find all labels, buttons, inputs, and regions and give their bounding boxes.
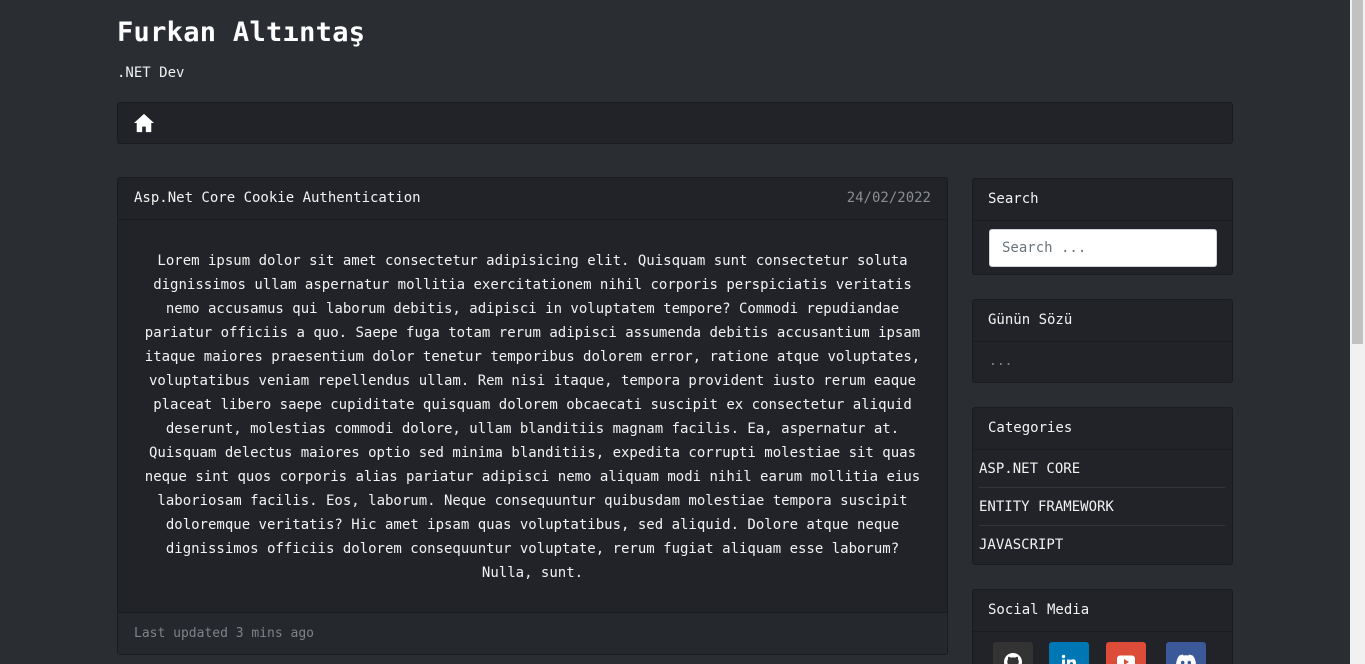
page-scrollbar[interactable] bbox=[1350, 0, 1365, 664]
scrollbar-thumb[interactable] bbox=[1352, 0, 1363, 344]
categories-widget: Categories ASP.NET CORE ENTITY FRAMEWORK… bbox=[972, 407, 1233, 565]
post-card: Asp.Net Core Cookie Authentication 24/02… bbox=[117, 177, 948, 655]
category-item-javascript[interactable]: JAVASCRIPT bbox=[979, 526, 1225, 564]
navbar bbox=[117, 102, 1233, 144]
post-footer: Last updated 3 mins ago bbox=[118, 612, 947, 654]
post-body: Lorem ipsum dolor sit amet consectetur a… bbox=[144, 253, 921, 581]
search-widget-title: Search bbox=[988, 191, 1039, 207]
post-updated-text: Last updated 3 mins ago bbox=[134, 626, 315, 641]
post-date: 24/02/2022 bbox=[846, 190, 931, 206]
quote-widget: Günün Sözü ... bbox=[972, 299, 1233, 383]
github-button[interactable] bbox=[993, 642, 1033, 664]
post-title[interactable]: Asp.Net Core Cookie Authentication bbox=[134, 190, 421, 206]
category-item-aspnet-core[interactable]: ASP.NET CORE bbox=[979, 450, 1225, 488]
categories-widget-header: Categories bbox=[973, 408, 1232, 450]
quote-widget-title: Günün Sözü bbox=[988, 312, 1073, 328]
search-widget-header: Search bbox=[973, 179, 1232, 221]
discord-icon bbox=[1176, 654, 1196, 664]
category-list: ASP.NET CORE ENTITY FRAMEWORK JAVASCRIPT bbox=[979, 450, 1225, 564]
quote-text: ... bbox=[989, 354, 1013, 369]
youtube-button[interactable] bbox=[1106, 642, 1146, 664]
post-header: Asp.Net Core Cookie Authentication 24/02… bbox=[118, 178, 947, 220]
social-widget: Social Media bbox=[972, 589, 1233, 664]
search-input[interactable] bbox=[989, 229, 1217, 267]
category-item-entity-framework[interactable]: ENTITY FRAMEWORK bbox=[979, 488, 1225, 526]
categories-widget-title: Categories bbox=[988, 420, 1073, 436]
search-widget: Search bbox=[972, 178, 1233, 275]
home-icon[interactable] bbox=[133, 113, 155, 133]
linkedin-icon bbox=[1061, 654, 1076, 664]
linkedin-button[interactable] bbox=[1049, 642, 1089, 664]
youtube-icon bbox=[1117, 655, 1135, 664]
site-subtitle: .NET Dev bbox=[117, 65, 185, 81]
discord-button[interactable] bbox=[1166, 642, 1206, 664]
quote-widget-header: Günün Sözü bbox=[973, 300, 1232, 342]
github-icon bbox=[1004, 653, 1022, 664]
site-title[interactable]: Furkan Altıntaş bbox=[117, 17, 365, 48]
social-widget-header: Social Media bbox=[973, 590, 1232, 632]
social-widget-title: Social Media bbox=[988, 602, 1090, 618]
